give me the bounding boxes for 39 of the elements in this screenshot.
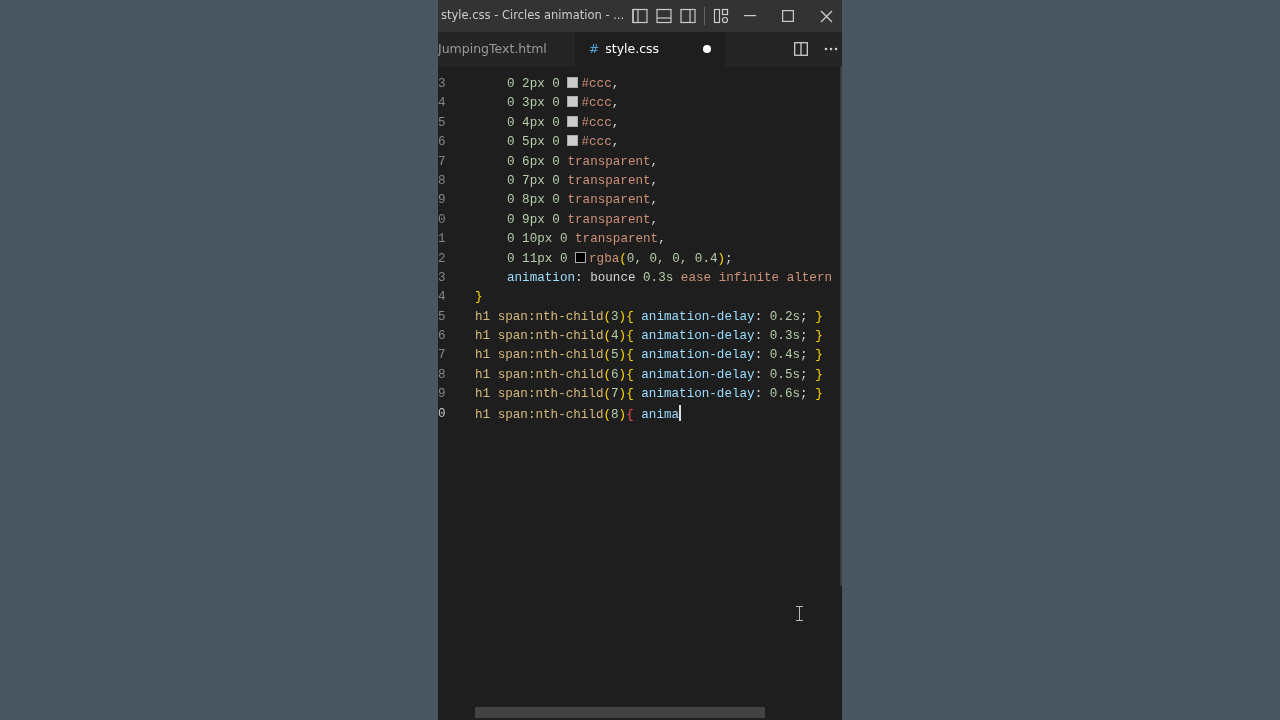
code-line: 0 8px 0 transparent, (506, 192, 659, 210)
line-number: 5 (438, 114, 447, 132)
code-line: h1 span:nth-child(6){ animation-delay: 0.5s; } (475, 366, 823, 384)
line-number: 6 (438, 328, 447, 346)
code-line: h1 span:nth-child(7){ animation-delay: 0.6s; } (475, 386, 823, 404)
line-number: 2 (438, 250, 447, 268)
code-line: h1 span:nth-child(8){ anima (475, 404, 682, 425)
code-line: h1 span:nth-child(3){ animation-delay: 0.2s; } (475, 308, 823, 326)
code-line: 0 2px 0 #ccc, (506, 76, 620, 93)
line-number: 3 (438, 269, 447, 287)
code-line: 0 3px 0 #ccc, (506, 95, 620, 113)
window-title: style.css - Circles animation - ... (440, 7, 625, 25)
code-line: 0 10px 0 transparent, (506, 231, 666, 249)
line-number: 3 (438, 76, 447, 93)
editor-tab[interactable]: JumpingText.html (438, 32, 575, 66)
code-line: 0 7px 0 transparent, (506, 172, 659, 190)
line-number: 0 (438, 211, 447, 229)
code-line: animation: bounce 0.3s ease infinite altern (506, 269, 832, 287)
code-line: 0 9px 0 transparent, (506, 211, 659, 229)
code-line: 0 5px 0 #ccc, (506, 134, 620, 152)
line-number: 9 (438, 386, 447, 404)
line-number: 8 (438, 366, 447, 384)
line-number: 4 (438, 289, 447, 307)
line-number: 1 (438, 231, 447, 249)
line-number: 5 (438, 308, 447, 326)
line-number: 8 (438, 172, 447, 190)
code-line: h1 span:nth-child(4){ animation-delay: 0.3s; } (475, 328, 823, 346)
line-number: 4 (438, 95, 447, 113)
code-line: h1 span:nth-child(5){ animation-delay: 0.4s; } (475, 347, 823, 365)
line-number: 9 (438, 192, 447, 210)
line-number: 6 (438, 134, 447, 152)
code-line: } (475, 289, 483, 307)
code-line: 0 6px 0 transparent, (506, 153, 659, 171)
code-line: 0 11px 0 rgba(0, 0, 0, 0.4); (506, 250, 733, 268)
line-number: 0 (438, 405, 447, 423)
line-number: 7 (438, 347, 447, 365)
editor-tab[interactable]: # style.css (574, 32, 726, 66)
line-number: 7 (438, 153, 447, 171)
code-line: 0 4px 0 #ccc, (506, 114, 620, 132)
